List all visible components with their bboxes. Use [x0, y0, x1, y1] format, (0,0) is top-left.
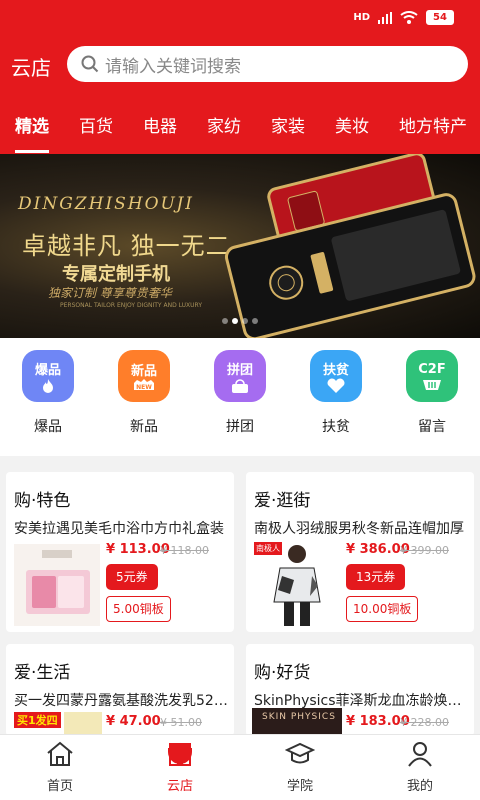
phone-image: [225, 154, 476, 338]
tabbar-label: 学院: [286, 779, 313, 794]
carousel-dot[interactable]: [252, 318, 258, 324]
product-original-price: ¥ 51.00: [160, 716, 202, 729]
category-icon-text: 爆品: [34, 362, 61, 378]
product-original-price: ¥ 399.00: [400, 544, 449, 557]
carousel-dot[interactable]: [222, 318, 228, 324]
category-icon-text: 新品: [130, 363, 157, 379]
tab-beauty[interactable]: 美妆: [335, 112, 369, 137]
tabbar-label: 首页: [46, 779, 73, 794]
category-label: 扶贫: [322, 419, 350, 435]
banner-script: 独家订制 尊享尊贵奢华: [48, 286, 172, 300]
home-icon: [47, 741, 73, 766]
heart-hands-icon: 扶贫: [310, 350, 362, 402]
copper-coin-badge: 5.00铜板: [106, 596, 171, 622]
product-image: [64, 712, 102, 734]
category-poverty-relief[interactable]: 扶贫 扶贫: [306, 350, 366, 436]
card-title: 购·特色: [14, 491, 71, 511]
header: 云店 请输入关键词搜索: [0, 38, 480, 94]
product-price: ¥ 47.00: [106, 714, 161, 729]
coupon-button[interactable]: 5元券: [106, 564, 158, 590]
active-tab-indicator: [15, 150, 49, 153]
tab-featured[interactable]: 精选: [15, 112, 49, 137]
tab-appliances[interactable]: 电器: [143, 112, 177, 137]
category-label: 新品: [130, 419, 158, 435]
fire-icon: 爆品: [22, 350, 74, 402]
category-icon-text: 拼团: [226, 362, 253, 378]
tabbar-label: 我的: [406, 779, 433, 794]
product-original-price: ¥ 228.00: [400, 716, 449, 729]
category-hot[interactable]: 爆品 爆品: [18, 350, 78, 436]
tab-home-textiles[interactable]: 家纺: [207, 112, 241, 137]
person-icon: [408, 742, 432, 767]
page-title: 云店: [11, 56, 51, 80]
carousel-dot[interactable]: [242, 318, 248, 324]
card-title: 爱·生活: [14, 663, 71, 683]
promo-label: 买1发四: [14, 712, 61, 728]
product-name: 安美拉遇见美毛巾浴巾方巾礼盒装: [14, 521, 224, 537]
product-name: 南极人羽绒服男秋冬新品连帽加厚: [254, 521, 464, 537]
brand-logo: 南极人: [254, 542, 282, 555]
category-label: 拼团: [226, 419, 254, 435]
category-icon-text: C2F: [418, 361, 446, 377]
signal-icon: [378, 11, 392, 24]
tabbar-home[interactable]: 首页: [20, 741, 100, 794]
category-label: 留言: [418, 419, 446, 435]
network-indicator: HD: [353, 12, 370, 23]
banner-slogan: 卓越非凡 独一无二: [22, 232, 231, 260]
product-name: SkinPhysics菲泽斯龙血冻龄焕颜精华: [254, 693, 468, 709]
graduation-cap-icon: [284, 742, 316, 764]
carousel-dots: [222, 318, 258, 324]
category-new[interactable]: 新品 NEW 新品: [114, 350, 174, 436]
product-image: [14, 544, 100, 626]
search-placeholder: 请输入关键词搜索: [105, 56, 241, 77]
search-icon: [81, 55, 99, 73]
tabbar-label: 云店: [166, 779, 193, 794]
product-card[interactable]: 购·特色 安美拉遇见美毛巾浴巾方巾礼盒装 ¥ 113.00 ¥ 118.00 5…: [6, 472, 234, 632]
quick-category-row: 爆品 爆品 新品 NEW 新品 拼团 拼团 扶贫 扶贫 C2F 留言: [0, 338, 480, 456]
tab-local-specialty[interactable]: 地方特产: [399, 112, 467, 137]
product-name: 买一发四蒙丹露氨基酸洗发乳520ml: [14, 693, 228, 709]
product-original-price: ¥ 118.00: [160, 544, 209, 557]
bottom-tab-bar: 首页 云店 学院 我的: [0, 734, 480, 800]
product-card[interactable]: 爱·逛街 南极人羽绒服男秋冬新品连帽加厚 南极人 ¥ 386.00 ¥ 399.…: [246, 472, 474, 632]
category-tabs: 精选 百货 电器 家纺 家装 美妆 地方特产: [0, 94, 480, 154]
category-icon-text: 扶贫: [322, 362, 349, 378]
tabbar-academy[interactable]: 学院: [260, 741, 340, 794]
status-icons: HD 54: [353, 10, 454, 25]
category-message[interactable]: C2F 留言: [402, 350, 462, 436]
banner-script-small: PERSONAL TAILOR ENJOY DIGNITY AND LUXURY: [60, 302, 203, 309]
basket-icon: C2F: [406, 350, 458, 402]
wifi-icon: [400, 11, 418, 24]
card-title: 爱·逛街: [254, 491, 311, 511]
tab-general-goods[interactable]: 百货: [79, 112, 113, 137]
banner-brand: DINGZHISHOUJI: [18, 194, 194, 214]
copper-coin-badge: 10.00铜板: [346, 596, 419, 622]
search-input[interactable]: 请输入关键词搜索: [67, 46, 468, 82]
brand-logo: SKIN PHYSICS: [262, 712, 336, 722]
category-label: 爆品: [34, 419, 62, 435]
card-title: 购·好货: [254, 663, 311, 683]
product-card[interactable]: 爱·生活 买一发四蒙丹露氨基酸洗发乳520ml 买1发四 ¥ 47.00 ¥ 5…: [6, 644, 234, 736]
product-card[interactable]: 购·好货 SkinPhysics菲泽斯龙血冻龄焕颜精华 SKIN PHYSICS…: [246, 644, 474, 736]
coupon-button[interactable]: 13元券: [346, 564, 406, 590]
tab-home-decor[interactable]: 家装: [271, 112, 305, 137]
tabbar-store[interactable]: 云店: [140, 741, 220, 794]
banner-subtitle: 专属定制手机: [62, 264, 170, 285]
battery-icon: 54: [426, 10, 454, 25]
category-group-buy[interactable]: 拼团 拼团: [210, 350, 270, 436]
shopping-bag-icon: 拼团: [214, 350, 266, 402]
new-badge-icon: 新品 NEW: [118, 350, 170, 402]
promo-banner[interactable]: DINGZHISHOUJI 卓越非凡 独一无二 专属定制手机 独家订制 尊享尊贵…: [0, 154, 480, 338]
status-bar: HD 54: [0, 0, 480, 38]
tabbar-profile[interactable]: 我的: [380, 741, 460, 794]
carousel-dot-active[interactable]: [232, 318, 238, 324]
svg-text:NEW: NEW: [136, 384, 152, 391]
store-icon: [168, 743, 192, 766]
